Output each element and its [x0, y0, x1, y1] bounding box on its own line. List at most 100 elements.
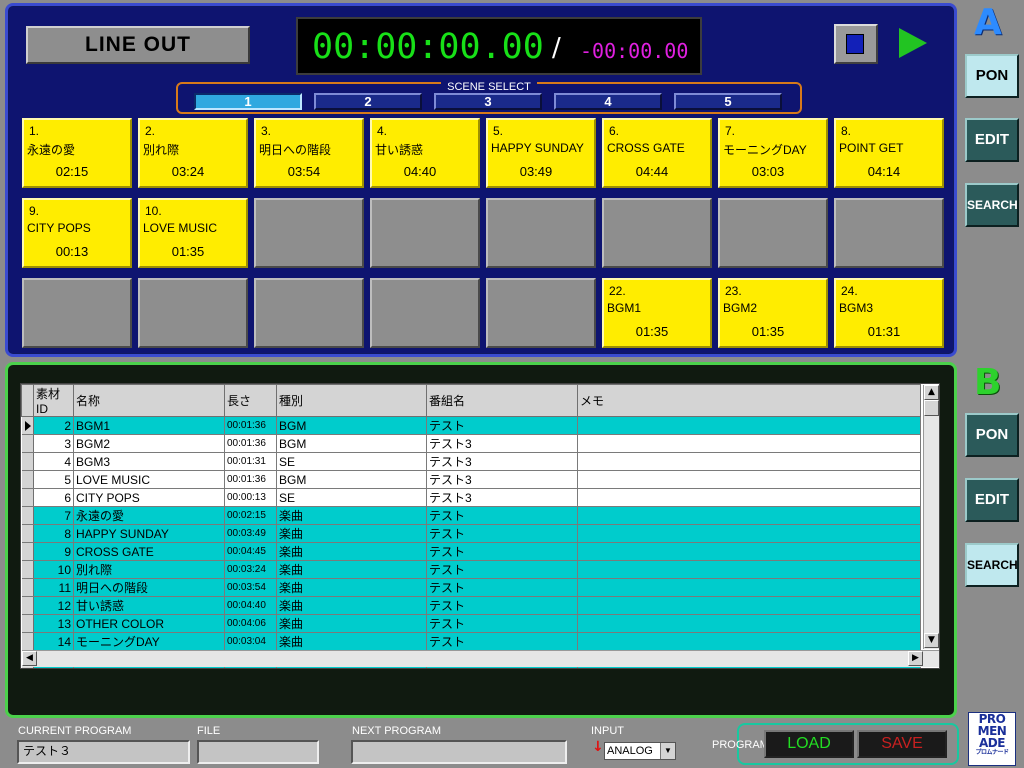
pad-5[interactable]: 5. HAPPY SUNDAY 03:49: [486, 118, 596, 188]
table-row[interactable]: 14 モーニングDAY 00:03:04 楽曲 テスト: [21, 632, 921, 651]
scroll-left-icon[interactable]: ◀: [22, 651, 37, 666]
pad-13[interactable]: [486, 198, 596, 268]
edit-button-a[interactable]: EDIT: [965, 118, 1019, 162]
pon-button-b[interactable]: PON: [965, 413, 1019, 457]
save-button[interactable]: SAVE: [857, 730, 947, 758]
scene-button-4[interactable]: 4: [554, 93, 662, 110]
pad-24[interactable]: 24. BGM3 01:31: [834, 278, 944, 348]
pad-11[interactable]: [254, 198, 364, 268]
pad-num: 2.: [145, 124, 156, 138]
pad-20[interactable]: [370, 278, 480, 348]
current-row-icon: [24, 420, 31, 431]
scene-button-5[interactable]: 5: [674, 93, 782, 110]
row-selector[interactable]: [21, 560, 34, 579]
pad-9[interactable]: 9. CITY POPS 00:13: [22, 198, 132, 268]
cell-name: LOVE MUSIC: [73, 470, 225, 489]
pad-16[interactable]: [834, 198, 944, 268]
pad-3[interactable]: 3. 明日への階段 03:54: [254, 118, 364, 188]
column-header-id[interactable]: 素材ID: [33, 384, 74, 417]
pad-2[interactable]: 2. 別れ際 03:24: [138, 118, 248, 188]
vertical-scroll-thumb[interactable]: [924, 400, 939, 416]
column-header-memo[interactable]: メモ: [577, 384, 921, 417]
table-row[interactable]: 11 明日への階段 00:03:54 楽曲 テスト: [21, 578, 921, 597]
pad-6[interactable]: 6. CROSS GATE 04:44: [602, 118, 712, 188]
scene-button-1[interactable]: 1: [194, 93, 302, 110]
column-header-name[interactable]: 名称: [73, 384, 225, 417]
column-header-program[interactable]: 番組名: [426, 384, 578, 417]
cell-id: 3: [33, 434, 74, 453]
pad-18[interactable]: [138, 278, 248, 348]
edit-button-b[interactable]: EDIT: [965, 478, 1019, 522]
pon-button-a[interactable]: PON: [965, 54, 1019, 98]
scene-button-2[interactable]: 2: [314, 93, 422, 110]
input-select[interactable]: ANALOG ▼: [604, 742, 676, 760]
cell-name: 甘い誘惑: [73, 596, 225, 615]
cell-program: テスト: [426, 506, 578, 525]
row-selector[interactable]: [21, 614, 34, 633]
table-row[interactable]: 7 永遠の愛 00:02:15 楽曲 テスト: [21, 506, 921, 525]
search-button-a[interactable]: SEARCH: [965, 183, 1019, 227]
file-field[interactable]: [197, 740, 319, 764]
table-row[interactable]: 3 BGM2 00:01:36 BGM テスト3: [21, 434, 921, 453]
table-row[interactable]: 10 別れ際 00:03:24 楽曲 テスト: [21, 560, 921, 579]
pad-21[interactable]: [486, 278, 596, 348]
row-selector[interactable]: [21, 488, 34, 507]
table-row[interactable]: 2 BGM1 00:01:36 BGM テスト: [21, 416, 921, 435]
pad-7[interactable]: 7. モーニングDAY 03:03: [718, 118, 828, 188]
table-row[interactable]: 13 OTHER COLOR 00:04:06 楽曲 テスト: [21, 614, 921, 633]
pad-title: モーニングDAY: [723, 143, 807, 157]
row-selector[interactable]: [21, 452, 34, 471]
column-header-length[interactable]: 長さ: [224, 384, 277, 417]
pad-19[interactable]: [254, 278, 364, 348]
scroll-up-icon[interactable]: ▲: [924, 385, 939, 400]
table-row[interactable]: 6 CITY POPS 00:00:13 SE テスト3: [21, 488, 921, 507]
scroll-right-icon[interactable]: ▶: [908, 651, 923, 666]
current-program-field[interactable]: テスト３: [17, 740, 190, 764]
row-selector[interactable]: [21, 434, 34, 453]
cell-memo: [577, 488, 921, 507]
pad-15[interactable]: [718, 198, 828, 268]
table-row[interactable]: 12 甘い誘惑 00:04:40 楽曲 テスト: [21, 596, 921, 615]
pad-title: 永遠の愛: [27, 143, 76, 157]
chevron-down-icon[interactable]: ▼: [660, 743, 675, 759]
pad-10[interactable]: 10. LOVE MUSIC 01:35: [138, 198, 248, 268]
row-selector[interactable]: [21, 542, 34, 561]
next-program-field[interactable]: [351, 740, 567, 764]
search-button-b[interactable]: SEARCH: [965, 543, 1019, 587]
pad-4[interactable]: 4. 甘い誘惑 04:40: [370, 118, 480, 188]
row-selector[interactable]: [21, 596, 34, 615]
cell-memo: [577, 416, 921, 435]
vertical-scrollbar[interactable]: ▲ ▼: [923, 385, 939, 649]
table-row[interactable]: 5 LOVE MUSIC 00:01:36 BGM テスト3: [21, 470, 921, 489]
horizontal-scrollbar[interactable]: ◀ ▶: [22, 650, 939, 667]
pad-14[interactable]: [602, 198, 712, 268]
load-button[interactable]: LOAD: [764, 730, 854, 758]
cell-id: 13: [33, 614, 74, 633]
pad-8[interactable]: 8. POINT GET 04:14: [834, 118, 944, 188]
table-row[interactable]: 8 HAPPY SUNDAY 00:03:49 楽曲 テスト: [21, 524, 921, 543]
row-selector[interactable]: [21, 506, 34, 525]
pad-17[interactable]: [22, 278, 132, 348]
line-out-button[interactable]: LINE OUT: [26, 26, 250, 64]
scroll-down-icon[interactable]: ▼: [924, 633, 939, 648]
scene-button-3[interactable]: 3: [434, 93, 542, 110]
table-row[interactable]: 9 CROSS GATE 00:04:45 楽曲 テスト: [21, 542, 921, 561]
row-selector[interactable]: [21, 578, 34, 597]
cell-program: テスト: [426, 614, 578, 633]
pad-23[interactable]: 23. BGM2 01:35: [718, 278, 828, 348]
row-selector[interactable]: [21, 470, 34, 489]
pad-22[interactable]: 22. BGM1 01:35: [602, 278, 712, 348]
time-display: 00:00:00.00 / -00:00.00: [296, 17, 702, 75]
column-header-type[interactable]: 種別: [276, 384, 427, 417]
row-selector[interactable]: [21, 632, 34, 651]
row-selector[interactable]: [21, 416, 34, 435]
stop-button[interactable]: [834, 24, 878, 64]
table-row[interactable]: 4 BGM3 00:01:31 SE テスト3: [21, 452, 921, 471]
cell-id: 5: [33, 470, 74, 489]
row-selector[interactable]: [21, 524, 34, 543]
pad-duration: 03:24: [171, 164, 205, 179]
cell-program: テスト: [426, 524, 578, 543]
pad-1[interactable]: 1. 永遠の愛 02:15: [22, 118, 132, 188]
pad-12[interactable]: [370, 198, 480, 268]
play-icon[interactable]: [899, 28, 927, 58]
